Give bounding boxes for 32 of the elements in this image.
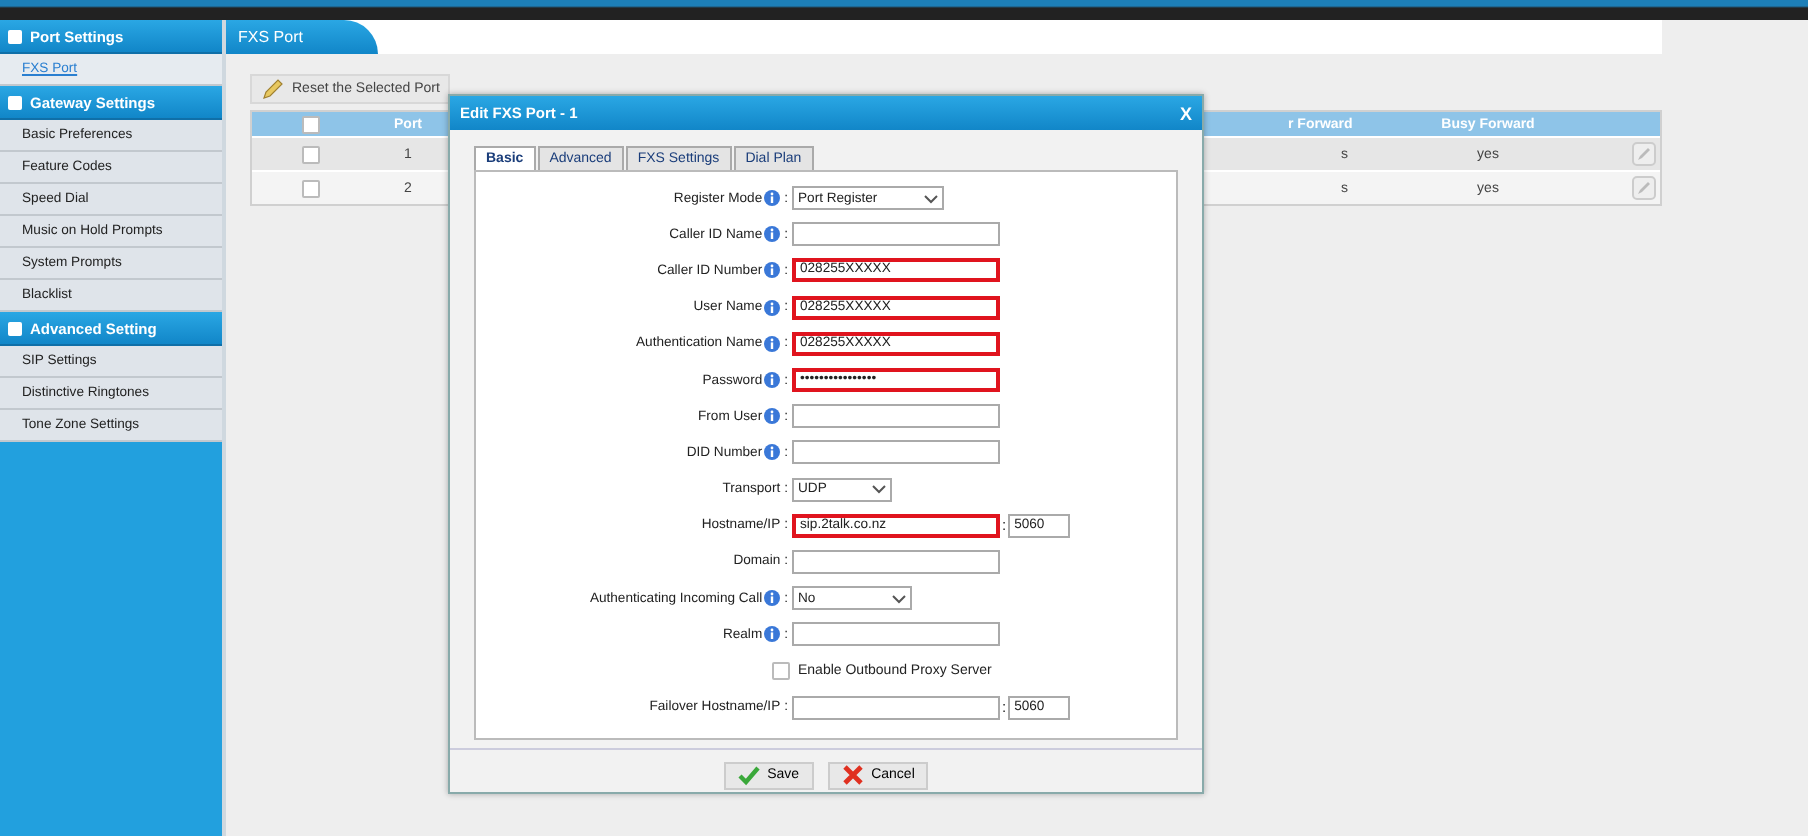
info-icon[interactable] (764, 626, 781, 643)
checkmark-icon (737, 764, 760, 787)
row-checkbox[interactable] (301, 179, 319, 197)
input-field[interactable] (792, 549, 1000, 574)
info-icon[interactable] (764, 299, 781, 316)
input-field[interactable] (792, 622, 1000, 647)
info-icon[interactable] (764, 190, 781, 207)
edit-icon[interactable] (1632, 142, 1656, 166)
info-icon[interactable] (764, 444, 781, 461)
info-icon[interactable] (764, 408, 781, 425)
input-field[interactable] (792, 222, 1000, 247)
info-icon[interactable] (764, 590, 781, 607)
input-field[interactable] (792, 404, 1000, 429)
input-field[interactable] (792, 440, 1000, 465)
row-checkbox[interactable] (301, 145, 319, 163)
info-icon[interactable] (764, 372, 781, 389)
collapse-icon[interactable] (8, 95, 22, 109)
checkbox[interactable] (772, 662, 790, 681)
edit-icon[interactable] (1632, 176, 1656, 200)
pencil-icon (260, 77, 284, 101)
collapse-icon[interactable] (8, 321, 22, 335)
cross-icon (841, 764, 864, 787)
caret-icon (892, 593, 906, 604)
info-icon[interactable] (764, 335, 781, 352)
caret-icon (872, 484, 886, 495)
collapse-icon[interactable] (8, 29, 22, 43)
page-title: FXS Port (226, 20, 379, 54)
input-field[interactable] (792, 695, 1000, 720)
caret-icon (924, 193, 938, 204)
info-icon[interactable] (764, 262, 781, 279)
info-icon[interactable] (764, 226, 781, 243)
select-all-checkbox[interactable] (301, 115, 319, 133)
